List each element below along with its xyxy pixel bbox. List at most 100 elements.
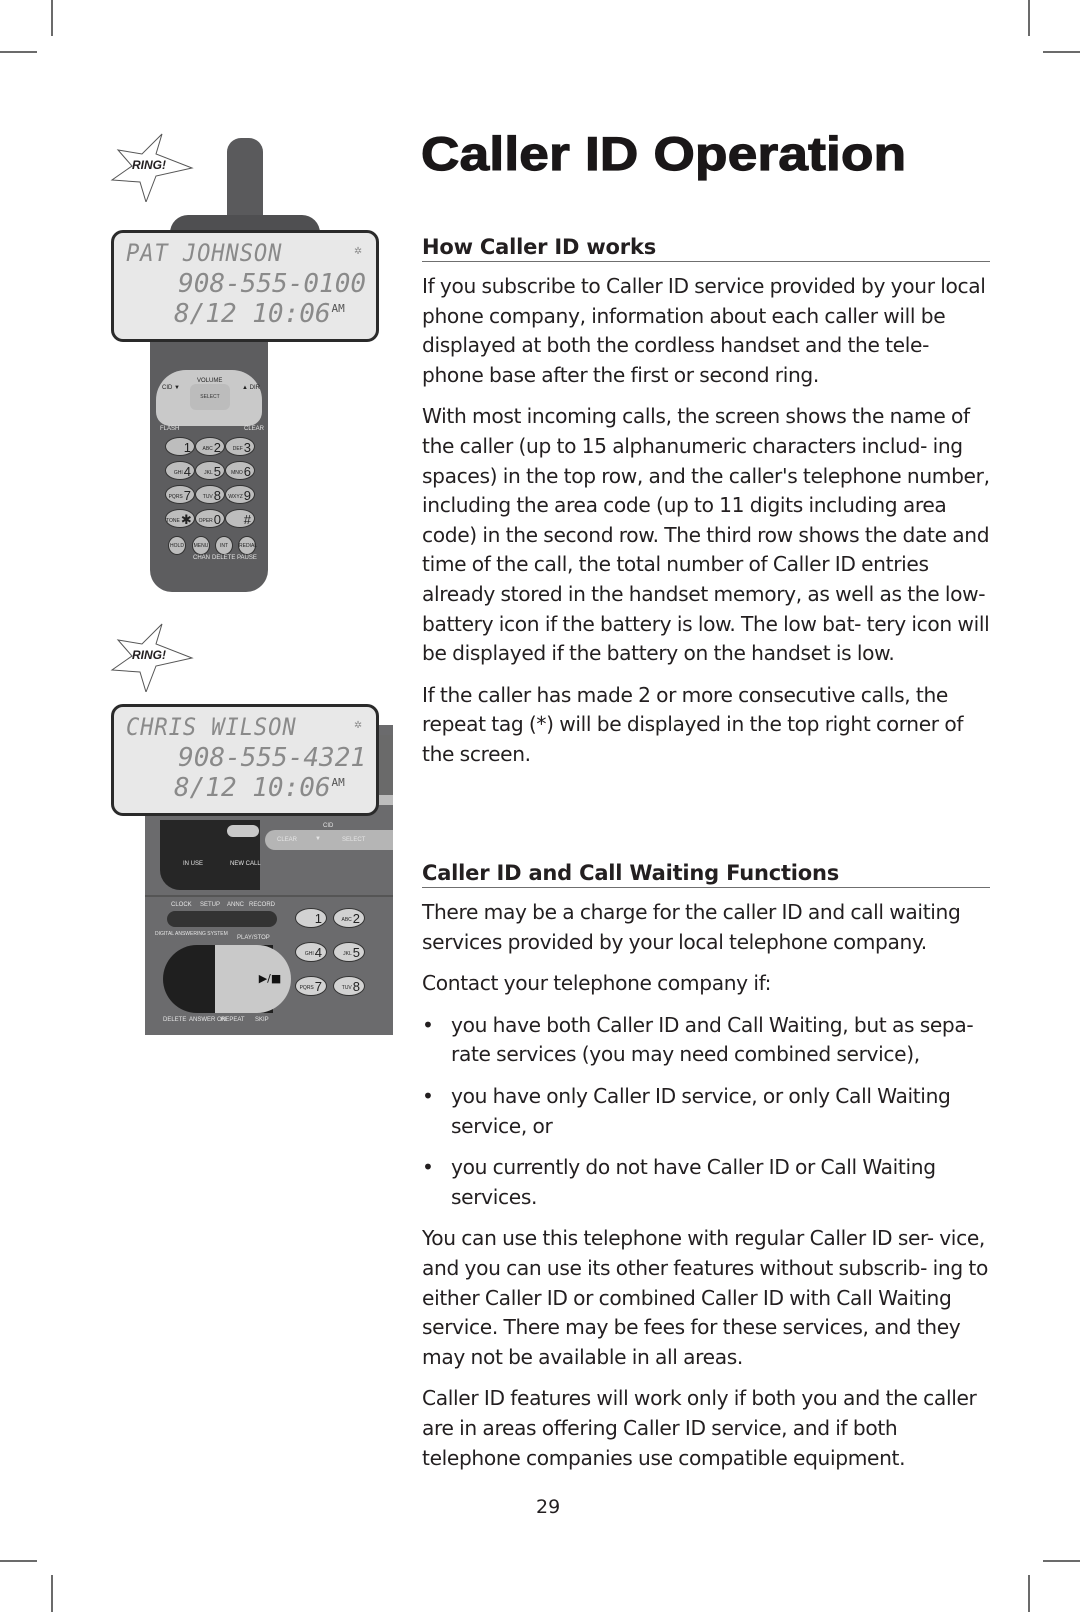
base-clock-label: CLOCK	[171, 902, 192, 908]
paragraph: If the caller has made 2 or more consecu…	[422, 682, 964, 766]
bullet-text: you have only Caller ID service, or only…	[451, 1083, 951, 1138]
base-new-call-label: NEW CALL	[230, 861, 261, 867]
handset-key: PQRS7	[165, 485, 195, 504]
paragraph: With most incoming calls, the screen sho…	[422, 404, 990, 666]
key-digit: 8	[352, 979, 360, 994]
handset-cid-label: CID ▼	[162, 385, 180, 391]
handset-delete-label: DELETE	[212, 555, 236, 561]
base-cid-label: CID	[323, 823, 334, 829]
base-play-button-left	[215, 945, 251, 1013]
key-digit: 7	[183, 488, 191, 503]
base-key: 1	[295, 908, 327, 928]
key-digit: 2	[213, 440, 221, 455]
key-letters: TUV	[341, 985, 352, 991]
key-letters: JKL	[343, 951, 352, 957]
key-letters: PQRS	[299, 985, 314, 991]
base-repeat-label: REPEAT	[221, 1017, 245, 1023]
key-digit: 0	[213, 512, 221, 527]
call-date-time: 8/12 10:06	[174, 299, 331, 329]
handset-pause-label: PAUSE	[237, 555, 257, 561]
base-key: GHI4	[295, 942, 327, 962]
base-record-label: RECORD	[249, 902, 276, 908]
bullet-icon: •	[422, 1155, 434, 1180]
key-digit: 5	[352, 945, 360, 960]
handset-redial-key: REDIAL	[238, 536, 257, 555]
key-letters: MNO	[231, 470, 243, 476]
crop-mark	[1043, 1560, 1080, 1562]
key-digit: 4	[183, 464, 191, 479]
base-in-use-label: IN USE	[183, 861, 204, 867]
handset-menu-key: MENU	[192, 536, 210, 555]
handset-key: WXYZ9	[225, 485, 255, 504]
crop-mark	[1028, 1575, 1030, 1612]
handset-int-key: INT	[215, 536, 233, 555]
crop-mark	[0, 51, 37, 53]
key-letters: TUV	[202, 494, 213, 500]
key-digit: 6	[243, 464, 251, 479]
handset-caller-id-display: PAT JOHNSON ✲ 908-555-0100 8/12 10:06AM	[111, 230, 379, 342]
handset-key: MNO6	[225, 461, 255, 480]
caller-number: 908-555-0100	[178, 269, 366, 299]
key-letters: PQRS	[168, 494, 183, 500]
handset-key: ABC2	[195, 437, 225, 456]
ring-label: RING!	[132, 158, 166, 172]
base-clear-button: CLEAR	[277, 837, 298, 843]
page-title: Caller ID Operation	[420, 126, 907, 180]
handset-key: #	[225, 509, 255, 528]
ring-burst: RING!	[110, 132, 200, 204]
ring-burst: RING!	[110, 622, 200, 694]
key-digit: 3	[243, 440, 251, 455]
key-digit: 2	[352, 911, 360, 926]
bullet-icon: •	[422, 1083, 434, 1108]
handset-key: DEF3	[225, 437, 255, 456]
key-letters: WXYZ	[228, 494, 243, 500]
section-how-caller-id-works: How Caller ID works If you subscribe to …	[422, 235, 990, 770]
base-skip-label: SKIP	[255, 1017, 269, 1023]
base-function-buttons	[167, 911, 277, 927]
section-heading: How Caller ID works	[422, 235, 990, 262]
handset-chan-label: CHAN	[193, 555, 211, 561]
base-setup-label: SETUP	[200, 902, 221, 908]
handset-flash-label: FLASH	[160, 426, 180, 432]
bullet-text: you have both Caller ID and Call Waiting…	[451, 1012, 974, 1067]
key-letters: OPER	[198, 518, 213, 524]
call-datetime: 8/12 10:06AM	[174, 773, 345, 803]
call-date-time: 8/12 10:06	[174, 773, 331, 803]
paragraph: Caller ID features will work only if bot…	[422, 1386, 977, 1470]
key-letters: ABC	[202, 446, 213, 452]
repeat-tag-icon: ✲	[354, 243, 362, 258]
base-delete-label: DELETE	[163, 1017, 187, 1023]
base-das-label: DIGITAL ANSWERING SYSTEM	[155, 931, 228, 937]
key-letters: GHI	[304, 951, 314, 957]
section-caller-id-call-waiting: Caller ID and Call Waiting Functions The…	[422, 861, 990, 1473]
bullet-item: • you have both Caller ID and Call Waitin…	[422, 1011, 990, 1070]
key-digit: 1	[314, 911, 322, 926]
handset-dir-label: ▲ DIR	[242, 385, 260, 391]
crop-mark	[51, 1575, 53, 1612]
caller-name: CHRIS WILSON	[126, 713, 297, 741]
base-play-stop-button: ▶/■	[249, 945, 291, 1013]
crop-mark	[1028, 0, 1030, 36]
bullet-item: • you have only Caller ID service, or onl…	[422, 1082, 990, 1141]
handset-key: 1	[165, 437, 195, 456]
bullet-item: • you currently do not have Caller ID or …	[422, 1153, 990, 1212]
paragraph: There may be a charge for the caller ID …	[422, 900, 961, 954]
page-number: 29	[536, 1496, 561, 1518]
base-down-button: ▼	[315, 836, 321, 842]
handset-hold-key: HOLD	[168, 536, 186, 555]
key-digit: 7	[314, 979, 322, 994]
base-key: PQRS7	[295, 976, 327, 996]
ring-label: RING!	[132, 648, 166, 662]
crop-mark	[51, 0, 53, 36]
bullet-text: you currently do not have Caller ID or C…	[451, 1155, 936, 1209]
key-digit: 1	[183, 440, 191, 455]
section-heading: Caller ID and Call Waiting Functions	[422, 861, 990, 888]
base-play-stop-label: PLAY/STOP	[237, 935, 270, 941]
crop-mark	[1043, 51, 1080, 53]
base-divider	[145, 895, 393, 897]
handset-select-button: SELECT	[190, 384, 230, 410]
key-digit: ✱	[180, 512, 192, 527]
key-letters: ABC	[341, 917, 352, 923]
call-ampm: AM	[331, 776, 345, 789]
key-letters: JKL	[204, 470, 213, 476]
